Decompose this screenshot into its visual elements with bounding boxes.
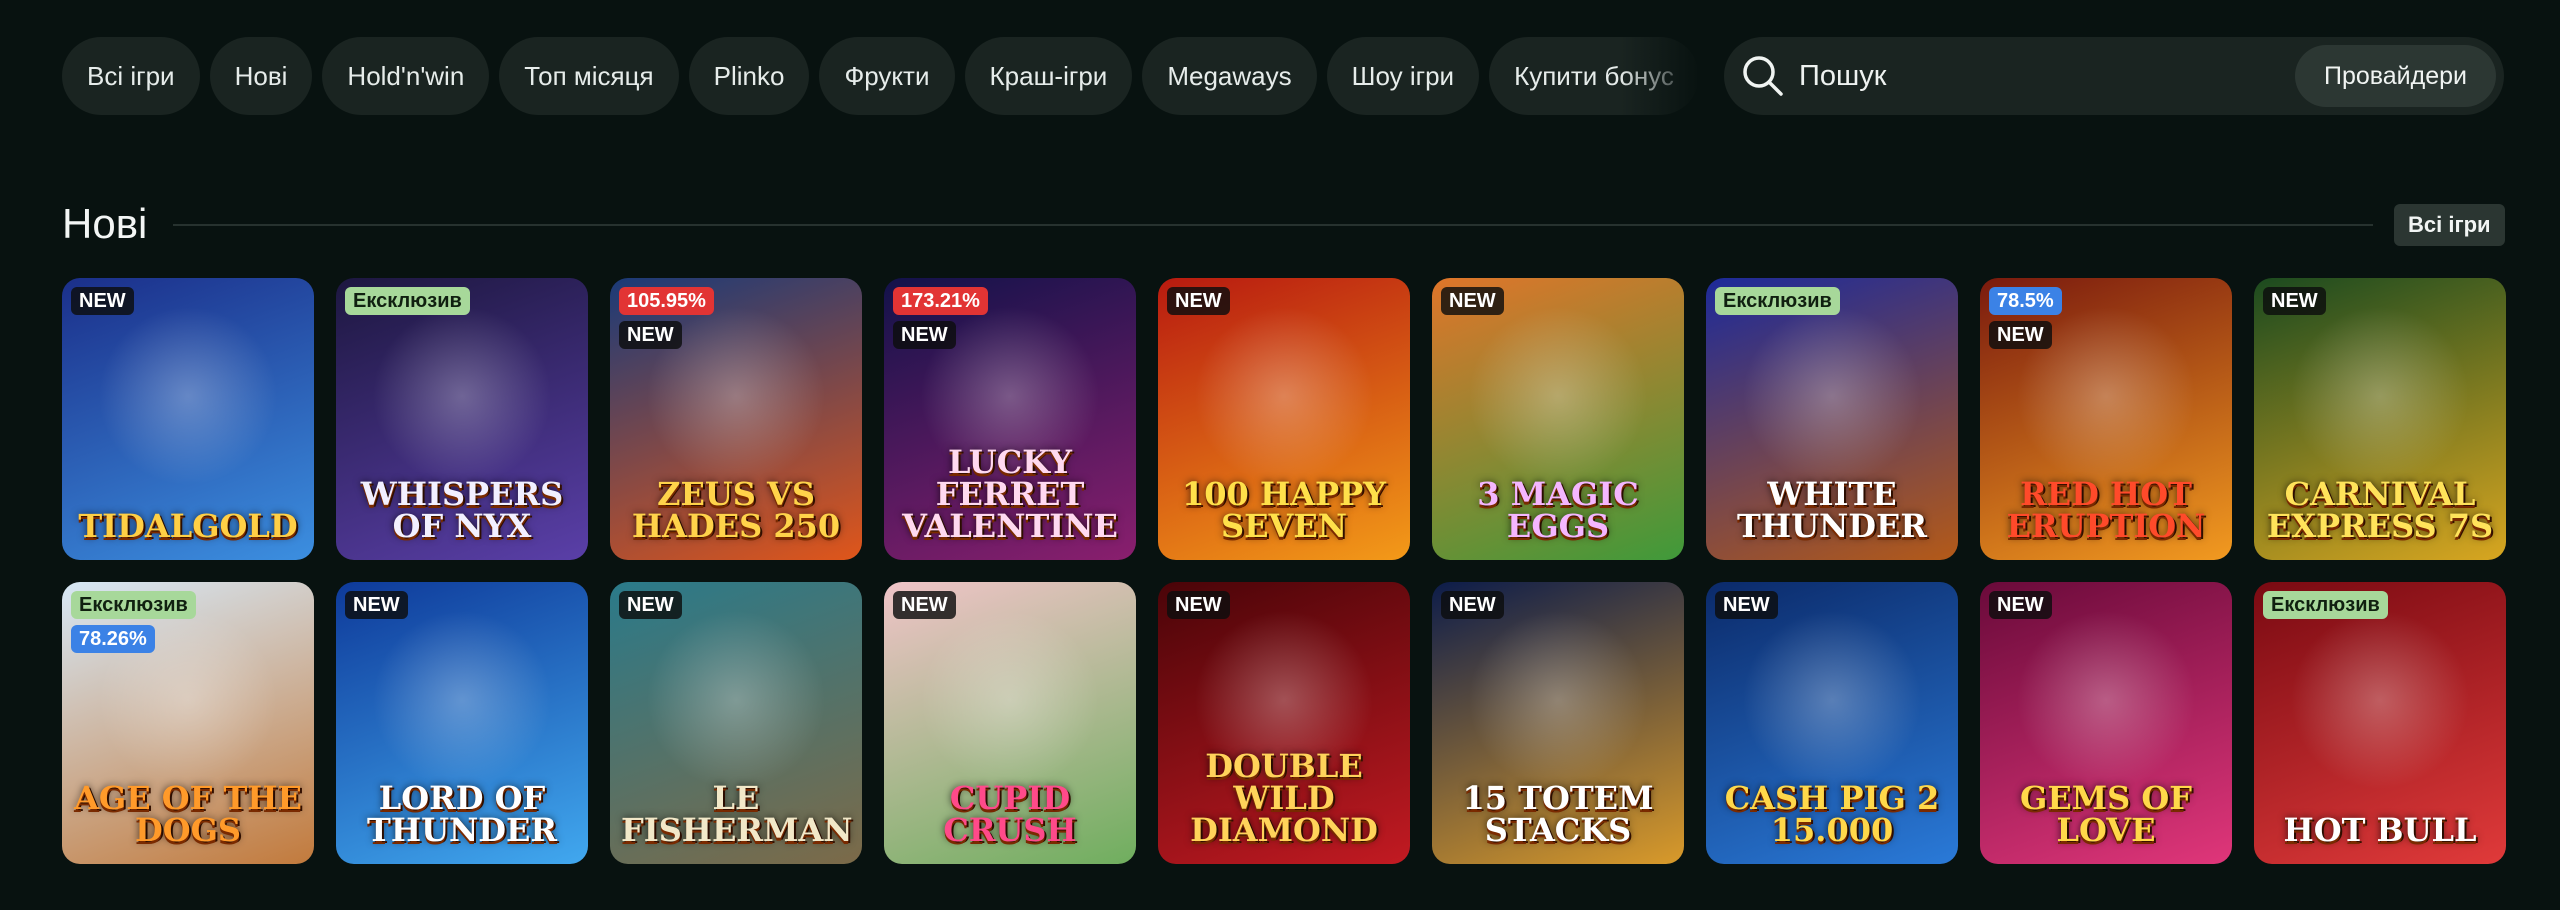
category-tabs: Всі ігри Нові Hold'n'win Топ місяця Plinko Фр… (62, 37, 1702, 115)
new-badge: NEW (1441, 591, 1504, 619)
game-title: HOT BULL (2283, 811, 2477, 849)
new-badge: NEW (619, 321, 682, 349)
game-badges: Ексклюзив 78.26% (71, 591, 196, 653)
game-title: GEMS OF LOVE (2020, 779, 2192, 849)
new-badge: NEW (619, 591, 682, 619)
game-title: 100 HAPPY SEVEN (1182, 475, 1386, 545)
game-card[interactable]: Ексклюзив 78.26% AGE OF THE DOGS (62, 582, 314, 864)
game-badges: 78.5% NEW (1989, 287, 2062, 349)
game-badges: Ексклюзив (2263, 591, 2388, 619)
rtp-badge: 78.5% (1989, 287, 2062, 315)
category-tab[interactable]: Hold'n'win (322, 37, 490, 115)
game-card[interactable]: NEW GEMS OF LOVE (1980, 582, 2232, 864)
game-badges: Ексклюзив (345, 287, 470, 315)
game-card[interactable]: NEW LE FISHERMAN (610, 582, 862, 864)
game-badges: NEW (1441, 287, 1504, 315)
rtp-badge: 173.21% (893, 287, 988, 315)
exclusive-badge: Ексклюзив (71, 591, 196, 619)
category-tabs-fade (1620, 37, 1720, 115)
game-badges: 105.95% NEW (619, 287, 714, 349)
game-badges: 173.21% NEW (893, 287, 988, 349)
new-badge: NEW (71, 287, 134, 315)
category-tab[interactable]: Megaways (1142, 37, 1317, 115)
game-badges: NEW (1167, 287, 1230, 315)
game-card[interactable]: NEW CARNIVAL EXPRESS 7s (2254, 278, 2506, 560)
new-badge: NEW (1989, 591, 2052, 619)
game-title: 3 MAGIC EGGS (1477, 475, 1639, 545)
game-card[interactable]: NEW TIDALGOLD (62, 278, 314, 560)
game-card[interactable]: Ексклюзив HOT BULL (2254, 582, 2506, 864)
section-divider (173, 224, 2373, 226)
new-badge: NEW (345, 591, 408, 619)
game-card[interactable]: 105.95% NEW ZEUS VS HADES 250 (610, 278, 862, 560)
new-badge: NEW (1715, 591, 1778, 619)
exclusive-badge: Ексклюзив (345, 287, 470, 315)
new-badge: NEW (1167, 591, 1230, 619)
game-badges: Ексклюзив (1715, 287, 1840, 315)
game-badges: NEW (619, 591, 682, 619)
game-title: WHISPERS OF NYX (360, 475, 564, 545)
game-card[interactable]: NEW 3 MAGIC EGGS (1432, 278, 1684, 560)
game-title: LORD OF THUNDER (367, 779, 557, 849)
game-card[interactable]: NEW 100 HAPPY SEVEN (1158, 278, 1410, 560)
game-card[interactable]: Ексклюзив WHITE THUNDER (1706, 278, 1958, 560)
category-tab[interactable]: Фрукти (819, 37, 955, 115)
game-badges: NEW (893, 591, 956, 619)
game-title: CARNIVAL EXPRESS 7s (2266, 475, 2494, 545)
rtp-badge: 78.26% (71, 625, 155, 653)
new-badge: NEW (2263, 287, 2326, 315)
game-title: CASH PIG 2 15.000 (1724, 779, 1940, 849)
game-card[interactable]: NEW DOUBLE WILD DIAMOND (1158, 582, 1410, 864)
new-badge: NEW (893, 591, 956, 619)
game-badges: NEW (2263, 287, 2326, 315)
rtp-badge: 105.95% (619, 287, 714, 315)
category-tab[interactable]: Plinko (688, 37, 810, 115)
exclusive-badge: Ексклюзив (1715, 287, 1840, 315)
category-tab[interactable]: Всі ігри (62, 37, 200, 115)
game-title: CUPID CRUSH (943, 779, 1077, 849)
search-bar[interactable]: Пошук Провайдери (1724, 37, 2504, 115)
game-card[interactable]: NEW 15 TOTEM STACKS (1432, 582, 1684, 864)
all-games-button[interactable]: Всі ігри (2394, 204, 2505, 246)
section-title: Нові (62, 200, 148, 247)
new-badge: NEW (1441, 287, 1504, 315)
game-title: TIDALGOLD (78, 507, 298, 545)
search-icon (1743, 56, 1783, 96)
game-card[interactable]: Ексклюзив WHISPERS OF NYX (336, 278, 588, 560)
game-badges: NEW (345, 591, 408, 619)
games-grid: NEW TIDALGOLD Ексклюзив WHISPERS OF NYX 105.… (62, 278, 2506, 864)
game-title: WHITE THUNDER (1737, 475, 1927, 545)
game-title: DOUBLE WILD DIAMOND (1190, 747, 1378, 849)
game-card[interactable]: NEW LORD OF THUNDER (336, 582, 588, 864)
new-badge: NEW (1167, 287, 1230, 315)
category-tab[interactable]: Топ місяця (499, 37, 679, 115)
search-input[interactable]: Пошук (1799, 60, 1886, 93)
game-badges: NEW (71, 287, 134, 315)
category-tab[interactable]: Краш-ігри (964, 37, 1133, 115)
game-card[interactable]: NEW CUPID CRUSH (884, 582, 1136, 864)
game-card[interactable]: 78.5% NEW RED HOT ERUPTION (1980, 278, 2232, 560)
providers-button[interactable]: Провайдери (2294, 45, 2496, 107)
new-badge: NEW (1989, 321, 2052, 349)
game-badges: NEW (1167, 591, 1230, 619)
game-card[interactable]: 173.21% NEW LUCKY FERRET VALENTINE (884, 278, 1136, 560)
game-badges: NEW (1441, 591, 1504, 619)
exclusive-badge: Ексклюзив (2263, 591, 2388, 619)
game-title: ZEUS VS HADES 250 (631, 475, 841, 545)
game-title: LUCKY FERRET VALENTINE (902, 443, 1118, 545)
category-tab[interactable]: Шоу ігри (1326, 37, 1480, 115)
game-badges: NEW (1989, 591, 2052, 619)
new-badge: NEW (893, 321, 956, 349)
game-badges: NEW (1715, 591, 1778, 619)
game-title: AGE OF THE DOGS (74, 779, 302, 849)
game-card[interactable]: NEW CASH PIG 2 15.000 (1706, 582, 1958, 864)
category-tab[interactable]: Нові (209, 37, 313, 115)
game-title: RED HOT ERUPTION (2006, 475, 2206, 545)
game-title: LE FISHERMAN (621, 779, 853, 849)
game-title: 15 TOTEM STACKS (1462, 779, 1654, 849)
